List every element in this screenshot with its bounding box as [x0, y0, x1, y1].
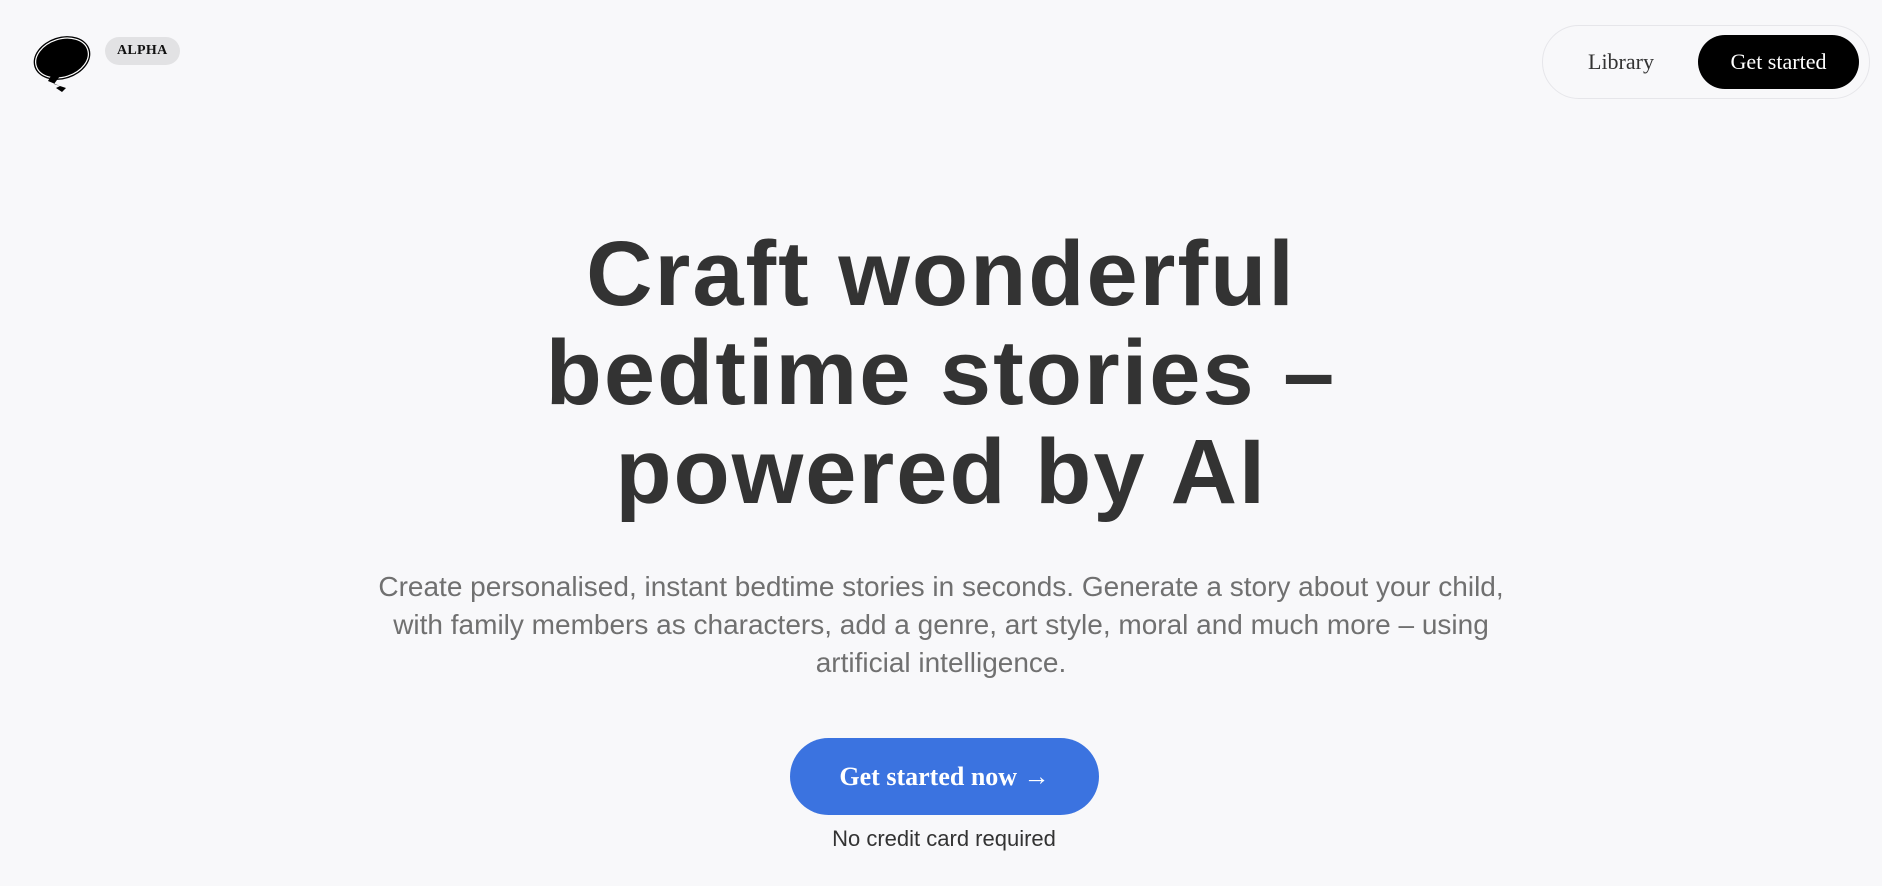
nav-library-link[interactable]: Library [1588, 26, 1654, 98]
hero-title: Craft wonderful bedtime stories – powere… [0, 225, 1882, 522]
hero-title-line: bedtime stories – [545, 322, 1337, 424]
hero-subtitle: Create personalised, instant bedtime sto… [378, 571, 1504, 678]
alpha-badge: ALPHA [105, 37, 180, 65]
no-credit-card-note: No credit card required [832, 826, 1056, 851]
nav-get-started-button[interactable]: Get started [1698, 35, 1859, 89]
hero-title-line: Craft wonderful [586, 223, 1296, 325]
top-nav: Library Get started [1542, 25, 1870, 99]
hero-title-line: powered by AI [615, 421, 1267, 523]
get-started-now-button[interactable]: Get started now → [790, 738, 1099, 815]
logo-icon[interactable] [30, 34, 94, 96]
